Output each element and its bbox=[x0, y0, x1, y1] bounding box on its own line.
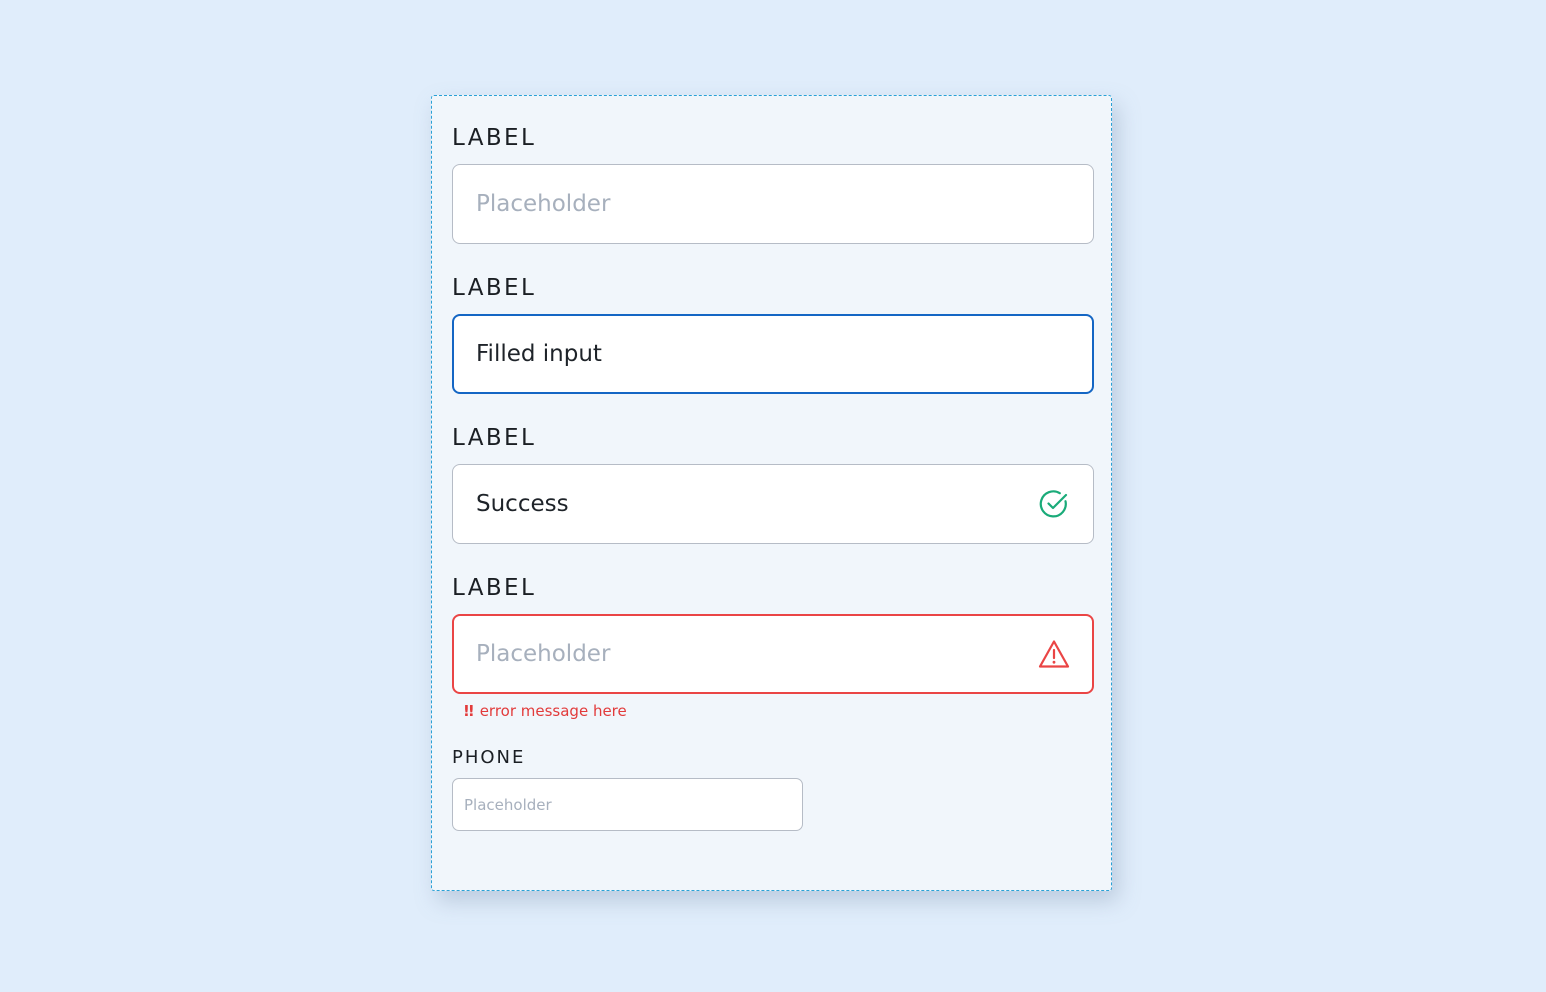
input-value: Success bbox=[476, 491, 569, 517]
text-input-success[interactable]: Success bbox=[452, 464, 1094, 544]
field-label: LABEL bbox=[452, 575, 537, 601]
form-panel: LABEL Placeholder LABEL Filled input LAB… bbox=[431, 95, 1112, 891]
input-placeholder: Placeholder bbox=[476, 191, 611, 217]
input-value: Filled input bbox=[476, 341, 602, 367]
field-label: LABEL bbox=[452, 275, 537, 301]
error-alert-icon: !! bbox=[463, 702, 475, 720]
check-circle-icon bbox=[1039, 490, 1068, 518]
phone-label: PHONE bbox=[452, 747, 526, 768]
warning-triangle-icon bbox=[1038, 640, 1070, 668]
field-label: LABEL bbox=[452, 425, 537, 451]
error-message-text: error message here bbox=[479, 702, 627, 720]
error-message: !! error message here bbox=[463, 702, 627, 720]
input-placeholder: Placeholder bbox=[476, 641, 611, 667]
text-input-default[interactable]: Placeholder bbox=[452, 164, 1094, 244]
field-label: LABEL bbox=[452, 125, 537, 151]
input-placeholder: Placeholder bbox=[464, 795, 552, 814]
text-input-error[interactable]: Placeholder bbox=[452, 614, 1094, 694]
text-input-focused[interactable]: Filled input bbox=[452, 314, 1094, 394]
phone-input[interactable]: Placeholder bbox=[452, 778, 803, 831]
